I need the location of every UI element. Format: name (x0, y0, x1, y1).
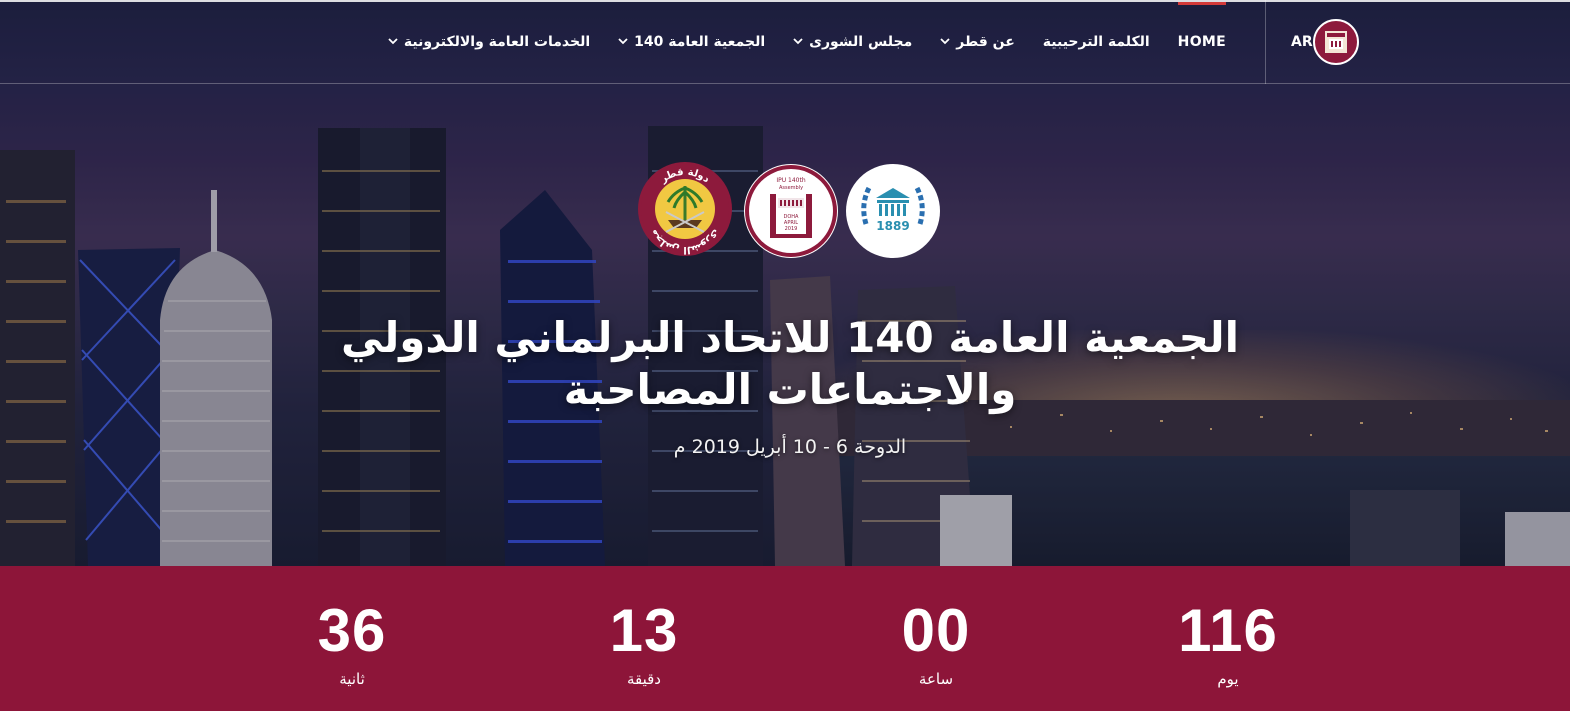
nav-item-label: الكلمة الترحيبية (1042, 34, 1150, 50)
ipu140-year-text: 2019 (785, 226, 798, 232)
site-logo[interactable] (1313, 19, 1359, 65)
countdown-minutes-value: 13 (609, 597, 679, 664)
top-navbar: HOME الكلمة الترحيبية عن قطر مجلس الشورى… (0, 0, 1570, 84)
nav-item-home[interactable]: HOME (1164, 0, 1240, 84)
chevron-down-icon (618, 37, 628, 48)
hero-background (0, 0, 1570, 566)
ipu140-top-text: IPU 140th (776, 177, 805, 184)
countdown-seconds: 36 ثانية (252, 597, 452, 689)
qatar-shura-emblem: دولة قطر مجلس الشورى (638, 162, 732, 256)
chevron-down-icon (940, 37, 950, 48)
chevron-down-icon (793, 37, 803, 48)
countdown-seconds-value: 36 (317, 597, 387, 664)
ipu-year-text: 1889 (876, 219, 909, 233)
nav-item-label: HOME (1177, 34, 1226, 50)
countdown-hours-value: 00 (901, 597, 971, 664)
nav-item-label: الجمعية العامة 140 (634, 34, 766, 50)
nav-item-label: مجلس الشورى (809, 34, 913, 50)
chevron-down-icon (388, 37, 398, 48)
countdown-hours: 00 ساعة (836, 597, 1036, 689)
nav-divider (1265, 0, 1266, 84)
nav-item-public-e-services[interactable]: الخدمات العامة والالكترونية (374, 0, 604, 84)
countdown-days: 116 يوم (1128, 597, 1328, 689)
ipu-logo: 1889 (846, 164, 940, 258)
nav-item-welcome-speech[interactable]: الكلمة الترحيبية (1029, 0, 1164, 84)
hero-subtitle: الدوحة 6 - 10 أبريل 2019 م (673, 436, 907, 458)
ipu140-sub-text: Assembly (779, 185, 803, 191)
nav-item-label: عن قطر (956, 34, 1015, 50)
countdown-hours-label: ساعة (918, 670, 954, 688)
countdown-minutes-label: دقيقة (626, 670, 661, 688)
nav-item-about-qatar[interactable]: عن قطر (926, 0, 1029, 84)
nav-item-label: الخدمات العامة والالكترونية (403, 34, 591, 50)
countdown-minutes: 13 دقيقة (544, 597, 744, 689)
nav-item-shura-council[interactable]: مجلس الشورى (779, 0, 926, 84)
countdown-days-value: 116 (1178, 597, 1278, 664)
nav-item-general-assembly-140[interactable]: الجمعية العامة 140 (604, 0, 779, 84)
countdown-days-label: يوم (1217, 670, 1239, 688)
hero-title: الجمعية العامة 140 للاتحاد البرلماني الد… (340, 313, 1240, 414)
language-switch[interactable]: AR (1291, 34, 1313, 50)
main-menu: HOME الكلمة الترحيبية عن قطر مجلس الشورى… (374, 0, 1240, 84)
ipu-140-assembly-logo: IPU 140th Assembly DOHA APRIL 2019 (744, 164, 838, 258)
countdown-bar: 36 ثانية 13 دقيقة 00 ساعة 116 يوم (0, 566, 1570, 711)
countdown-seconds-label: ثانية (339, 670, 365, 688)
